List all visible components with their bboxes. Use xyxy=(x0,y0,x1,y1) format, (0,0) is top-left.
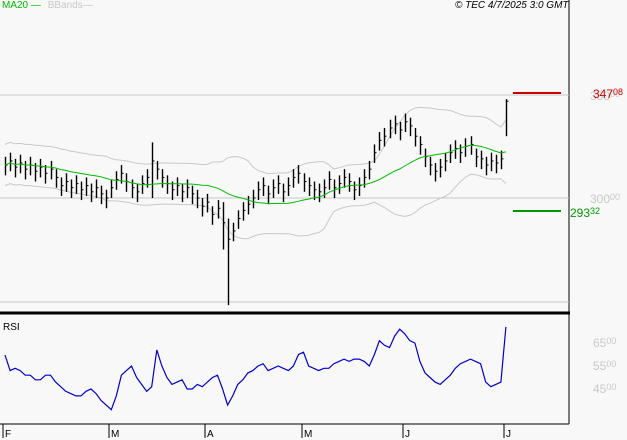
x-tick-label: F xyxy=(5,429,11,440)
rsi-tick-label: 4500 xyxy=(593,382,616,396)
x-tick-label: J xyxy=(405,429,410,440)
legend-bbands-swatch: — xyxy=(82,0,93,11)
y-tick-label: 30000 xyxy=(590,192,620,206)
rsi-label: RSI xyxy=(3,322,20,333)
legend-bbands: BBands xyxy=(47,0,83,11)
rsi-line xyxy=(4,326,507,411)
bollinger-lower-line xyxy=(4,173,507,240)
rsi-tick-label: 6500 xyxy=(593,336,616,350)
x-tick-label: A xyxy=(207,429,214,440)
rsi-tick-label: 5500 xyxy=(593,359,616,373)
x-tick-label: M xyxy=(304,429,312,440)
legend-ma20: MA20 xyxy=(2,0,29,11)
copyright: © TEC 4/7/2025 3:0 GMT xyxy=(455,0,569,11)
legend: MA20 — BBands— xyxy=(2,0,93,11)
price-chart: 35000300003470829332RSI650055004500F M A M J… xyxy=(0,0,623,440)
legend-ma20-swatch: — xyxy=(28,0,41,11)
x-tick-label: J xyxy=(506,429,511,440)
x-tick-label: M xyxy=(111,429,119,440)
low-level-label: 29332 xyxy=(570,206,600,220)
